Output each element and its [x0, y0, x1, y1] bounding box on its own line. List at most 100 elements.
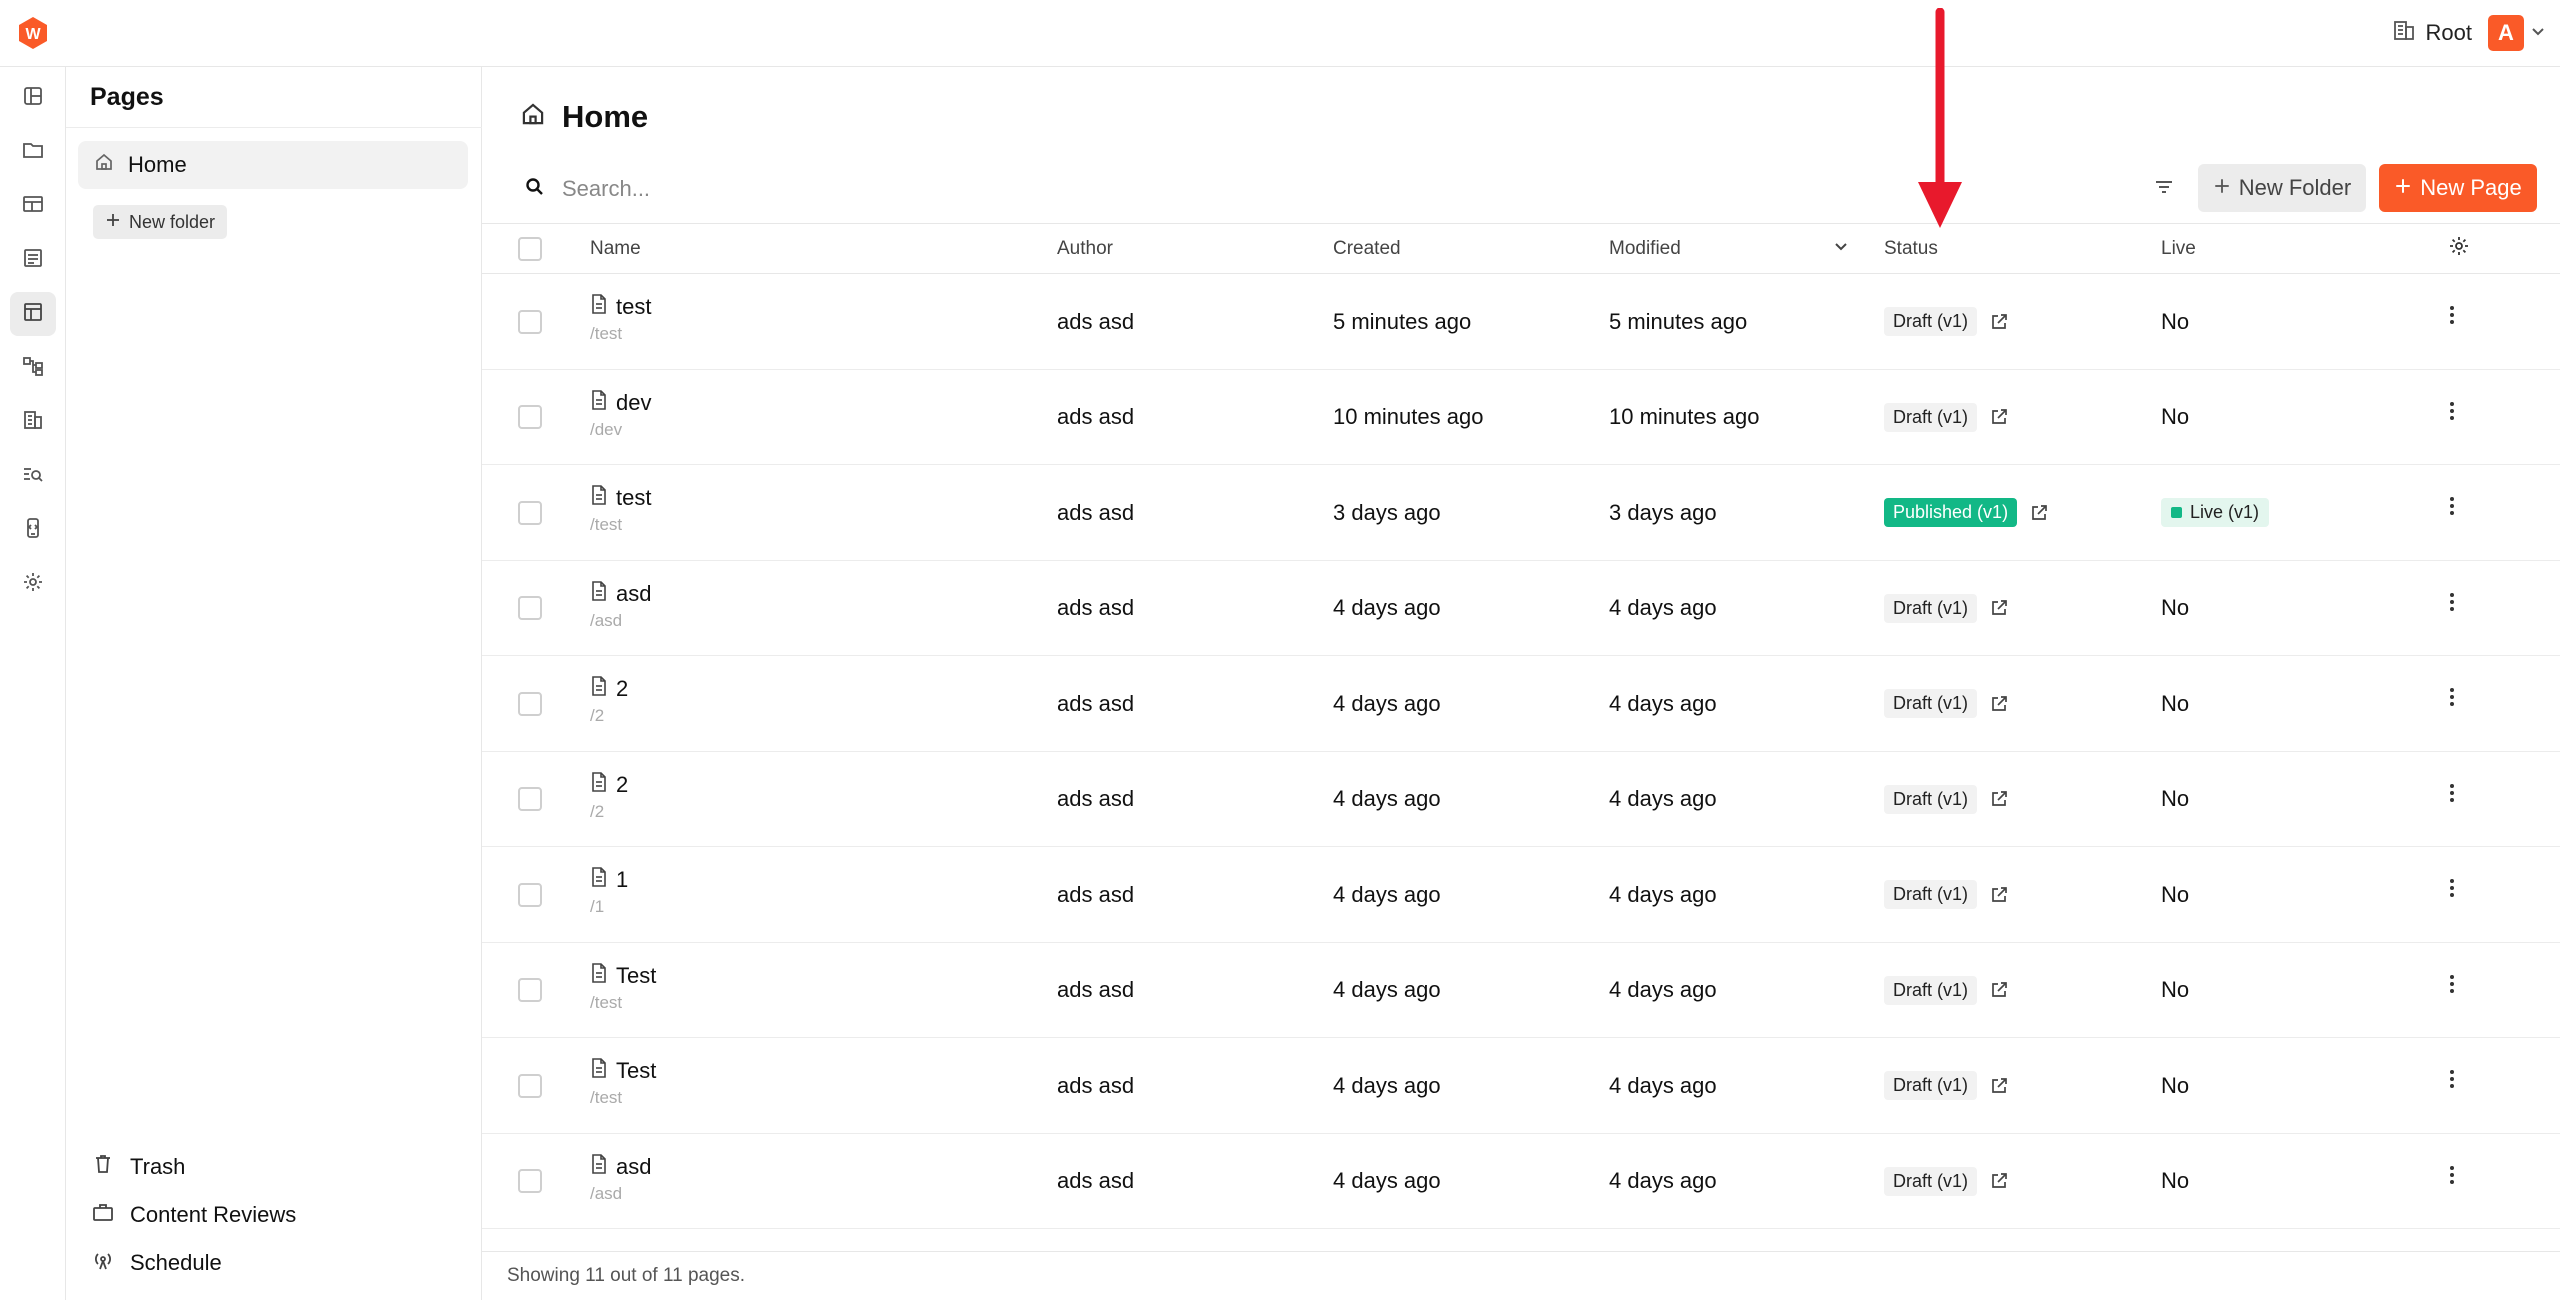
user-menu[interactable]: A: [2488, 15, 2546, 51]
table-row[interactable]: Test /test ads asd 4 days ago 4 days ago…: [482, 943, 2560, 1038]
external-link-icon[interactable]: [1989, 980, 2009, 1000]
row-name-cell[interactable]: 1 /1: [590, 867, 628, 917]
rail-tenants[interactable]: [10, 400, 56, 444]
row-menu-icon[interactable]: [2442, 1160, 2462, 1190]
column-header-live[interactable]: Live: [2161, 224, 2196, 273]
rail-files[interactable]: [10, 130, 56, 174]
row-menu-icon[interactable]: [2442, 682, 2462, 712]
page-name[interactable]: 1: [616, 867, 628, 893]
new-folder-button[interactable]: New folder: [93, 205, 228, 239]
new-folder-toolbar-button[interactable]: New Folder: [2198, 164, 2366, 212]
row-checkbox[interactable]: [518, 787, 542, 811]
live-value: No: [2161, 404, 2190, 429]
table-row[interactable]: 2 /2 ads asd 4 days ago 4 days ago Draft…: [482, 752, 2560, 847]
column-settings-button[interactable]: [2448, 224, 2470, 273]
table-row[interactable]: dev /dev ads asd 10 minutes ago 10 minut…: [482, 370, 2560, 465]
new-page-button[interactable]: New Page: [2379, 164, 2537, 212]
table-row[interactable]: 2 /2 ads asd 4 days ago 4 days ago Draft…: [482, 656, 2560, 752]
row-menu-icon[interactable]: [2442, 491, 2462, 521]
row-name-cell[interactable]: 2 /2: [590, 772, 628, 822]
page-name[interactable]: asd: [616, 1154, 651, 1180]
avatar: A: [2488, 15, 2524, 51]
rail-workflows[interactable]: [10, 346, 56, 390]
row-menu-icon[interactable]: [2442, 873, 2462, 903]
broadcast-icon: [92, 1249, 114, 1277]
rail-dashboard[interactable]: [10, 76, 56, 120]
external-link-icon[interactable]: [1989, 1171, 2009, 1191]
row-checkbox[interactable]: [518, 1073, 542, 1098]
row-menu-icon[interactable]: [2442, 778, 2462, 808]
row-menu-icon[interactable]: [2442, 396, 2462, 426]
page-name[interactable]: asd: [616, 581, 651, 607]
external-link-icon[interactable]: [1989, 885, 2009, 905]
row-checkbox[interactable]: [518, 978, 542, 1002]
row-name-cell[interactable]: Test /test: [590, 963, 656, 1013]
page-name[interactable]: 2: [616, 676, 628, 702]
row-menu-icon[interactable]: [2442, 969, 2462, 999]
table-row[interactable]: test /test ads asd 5 minutes ago 5 minut…: [482, 274, 2560, 370]
column-header-modified[interactable]: Modified: [1609, 224, 1849, 273]
external-link-icon[interactable]: [1989, 789, 2009, 809]
column-header-name[interactable]: Name: [590, 224, 641, 273]
table-row[interactable]: test /test ads asd 3 days ago 3 days ago…: [482, 465, 2560, 561]
sort-chevron-down-icon[interactable]: [1833, 238, 1849, 260]
page-slug: /2: [590, 801, 605, 821]
column-header-status[interactable]: Status: [1884, 224, 1938, 273]
page-name[interactable]: dev: [616, 390, 651, 416]
row-live: No: [2161, 1134, 2189, 1229]
page-name[interactable]: test: [616, 294, 651, 320]
schedule-link[interactable]: Schedule: [92, 1243, 452, 1283]
row-name-cell[interactable]: Test /test: [590, 1058, 656, 1108]
row-name-cell[interactable]: test /test: [590, 294, 651, 344]
rail-settings[interactable]: [10, 562, 56, 606]
rail-search[interactable]: [10, 454, 56, 498]
row-menu-icon[interactable]: [2442, 300, 2462, 330]
row-checkbox[interactable]: [518, 882, 542, 907]
external-link-icon[interactable]: [1989, 1076, 2009, 1096]
row-modified: 4 days ago: [1609, 1072, 1717, 1098]
folder-tree-home[interactable]: Home: [78, 141, 468, 189]
rail-devices[interactable]: [10, 508, 56, 552]
select-all-checkbox[interactable]: [518, 236, 542, 261]
page-name[interactable]: test: [616, 485, 651, 511]
external-link-icon[interactable]: [1989, 598, 2009, 618]
external-link-icon[interactable]: [2029, 503, 2049, 523]
row-name-cell[interactable]: asd /asd: [590, 581, 651, 631]
live-badge-label: Live (v1): [2190, 502, 2260, 522]
rail-forms[interactable]: [10, 238, 56, 282]
row-name-cell[interactable]: 2 /2: [590, 676, 628, 726]
rail-page-builder[interactable]: [10, 184, 56, 228]
page-name[interactable]: 2: [616, 772, 628, 798]
external-link-icon[interactable]: [1989, 694, 2009, 714]
row-checkbox[interactable]: [518, 405, 542, 429]
row-name-cell[interactable]: dev /dev: [590, 390, 651, 440]
trash-label: Trash: [130, 1154, 186, 1179]
row-checkbox[interactable]: [518, 596, 542, 620]
column-header-author[interactable]: Author: [1057, 224, 1113, 273]
rail-pages[interactable]: [10, 292, 56, 336]
table-row[interactable]: Test /test ads asd 4 days ago 4 days ago…: [482, 1038, 2560, 1134]
row-menu-icon[interactable]: [2442, 1064, 2462, 1094]
table-row[interactable]: 1 /1 ads asd 4 days ago 4 days ago Draft…: [482, 847, 2560, 943]
trash-link[interactable]: Trash: [92, 1147, 452, 1187]
row-checkbox[interactable]: [518, 691, 542, 716]
filter-button[interactable]: [2146, 171, 2182, 207]
page-name[interactable]: Test: [616, 1058, 656, 1084]
external-link-icon[interactable]: [1989, 312, 2009, 332]
row-checkbox[interactable]: [518, 500, 542, 525]
column-header-created[interactable]: Created: [1333, 224, 1401, 273]
webiny-logo-icon[interactable]: W: [16, 16, 50, 50]
tenant-selector[interactable]: Root: [2386, 14, 2478, 52]
page-name[interactable]: Test: [616, 963, 656, 989]
row-name-cell[interactable]: test /test: [590, 485, 651, 535]
row-checkbox[interactable]: [518, 1169, 542, 1193]
row-checkbox[interactable]: [518, 309, 542, 334]
table-row[interactable]: asd /asd ads asd 4 days ago 4 days ago D…: [482, 1134, 2560, 1229]
content-reviews-link[interactable]: Content Reviews: [92, 1195, 452, 1235]
table-row[interactable]: asd /asd ads asd 4 days ago 4 days ago D…: [482, 561, 2560, 656]
search-input[interactable]: [562, 176, 1202, 202]
row-name-cell[interactable]: asd /asd: [590, 1154, 651, 1204]
row-select-cell: [518, 370, 542, 465]
external-link-icon[interactable]: [1989, 407, 2009, 427]
row-menu-icon[interactable]: [2442, 587, 2462, 617]
